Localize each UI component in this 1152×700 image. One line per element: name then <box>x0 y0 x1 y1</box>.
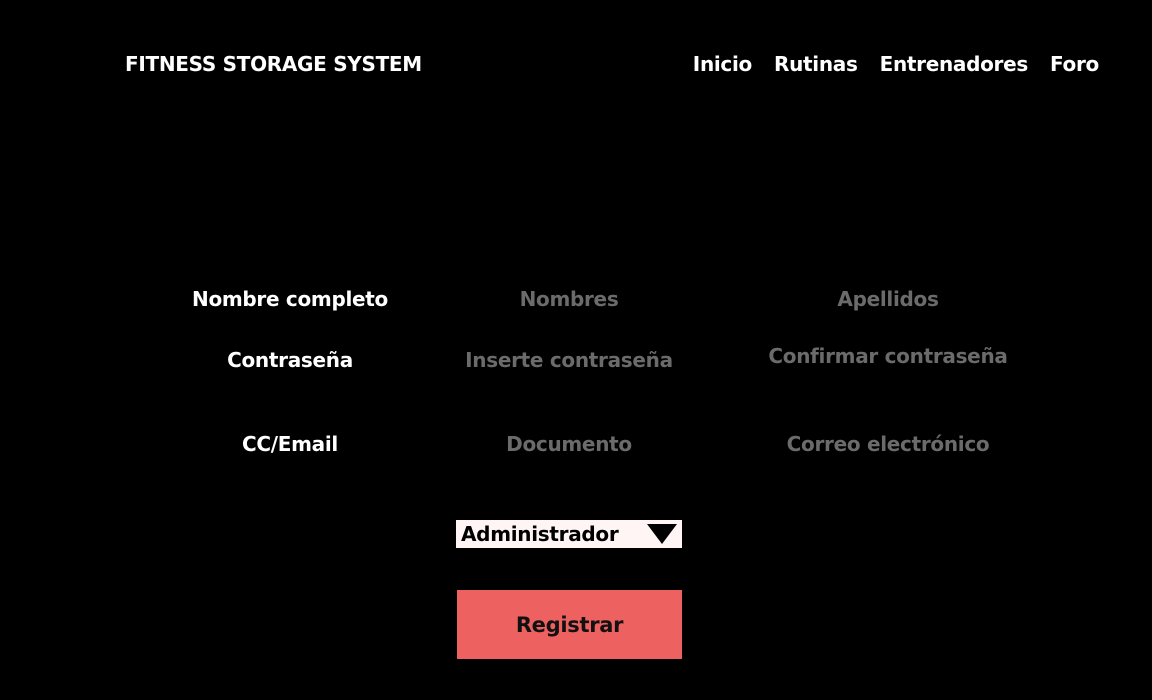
nav-link-rutinas[interactable]: Rutinas <box>774 52 858 76</box>
cc-email-label: CC/Email <box>242 432 338 456</box>
app-brand: FITNESS STORAGE SYSTEM <box>125 52 422 76</box>
password-input[interactable] <box>445 345 693 375</box>
email-input[interactable] <box>745 429 1031 459</box>
last-names-input[interactable] <box>745 284 1031 314</box>
nav-link-inicio[interactable]: Inicio <box>693 52 752 76</box>
confirm-password-input[interactable] <box>745 341 1031 371</box>
dropdown-arrow-icon <box>647 524 677 544</box>
page: FITNESS STORAGE SYSTEM Inicio Rutinas En… <box>0 0 1152 700</box>
nav-link-foro[interactable]: Foro <box>1050 52 1099 76</box>
password-label: Contraseña <box>227 348 353 372</box>
role-select-value: Administrador <box>461 522 619 546</box>
nav-link-entrenadores[interactable]: Entrenadores <box>880 52 1029 76</box>
register-button[interactable]: Registrar <box>457 590 682 659</box>
first-names-input[interactable] <box>455 284 683 314</box>
main-nav: Inicio Rutinas Entrenadores Foro <box>693 52 1100 76</box>
role-select[interactable]: Administrador <box>456 520 682 548</box>
full-name-label: Nombre completo <box>192 287 388 311</box>
document-input[interactable] <box>455 429 683 459</box>
